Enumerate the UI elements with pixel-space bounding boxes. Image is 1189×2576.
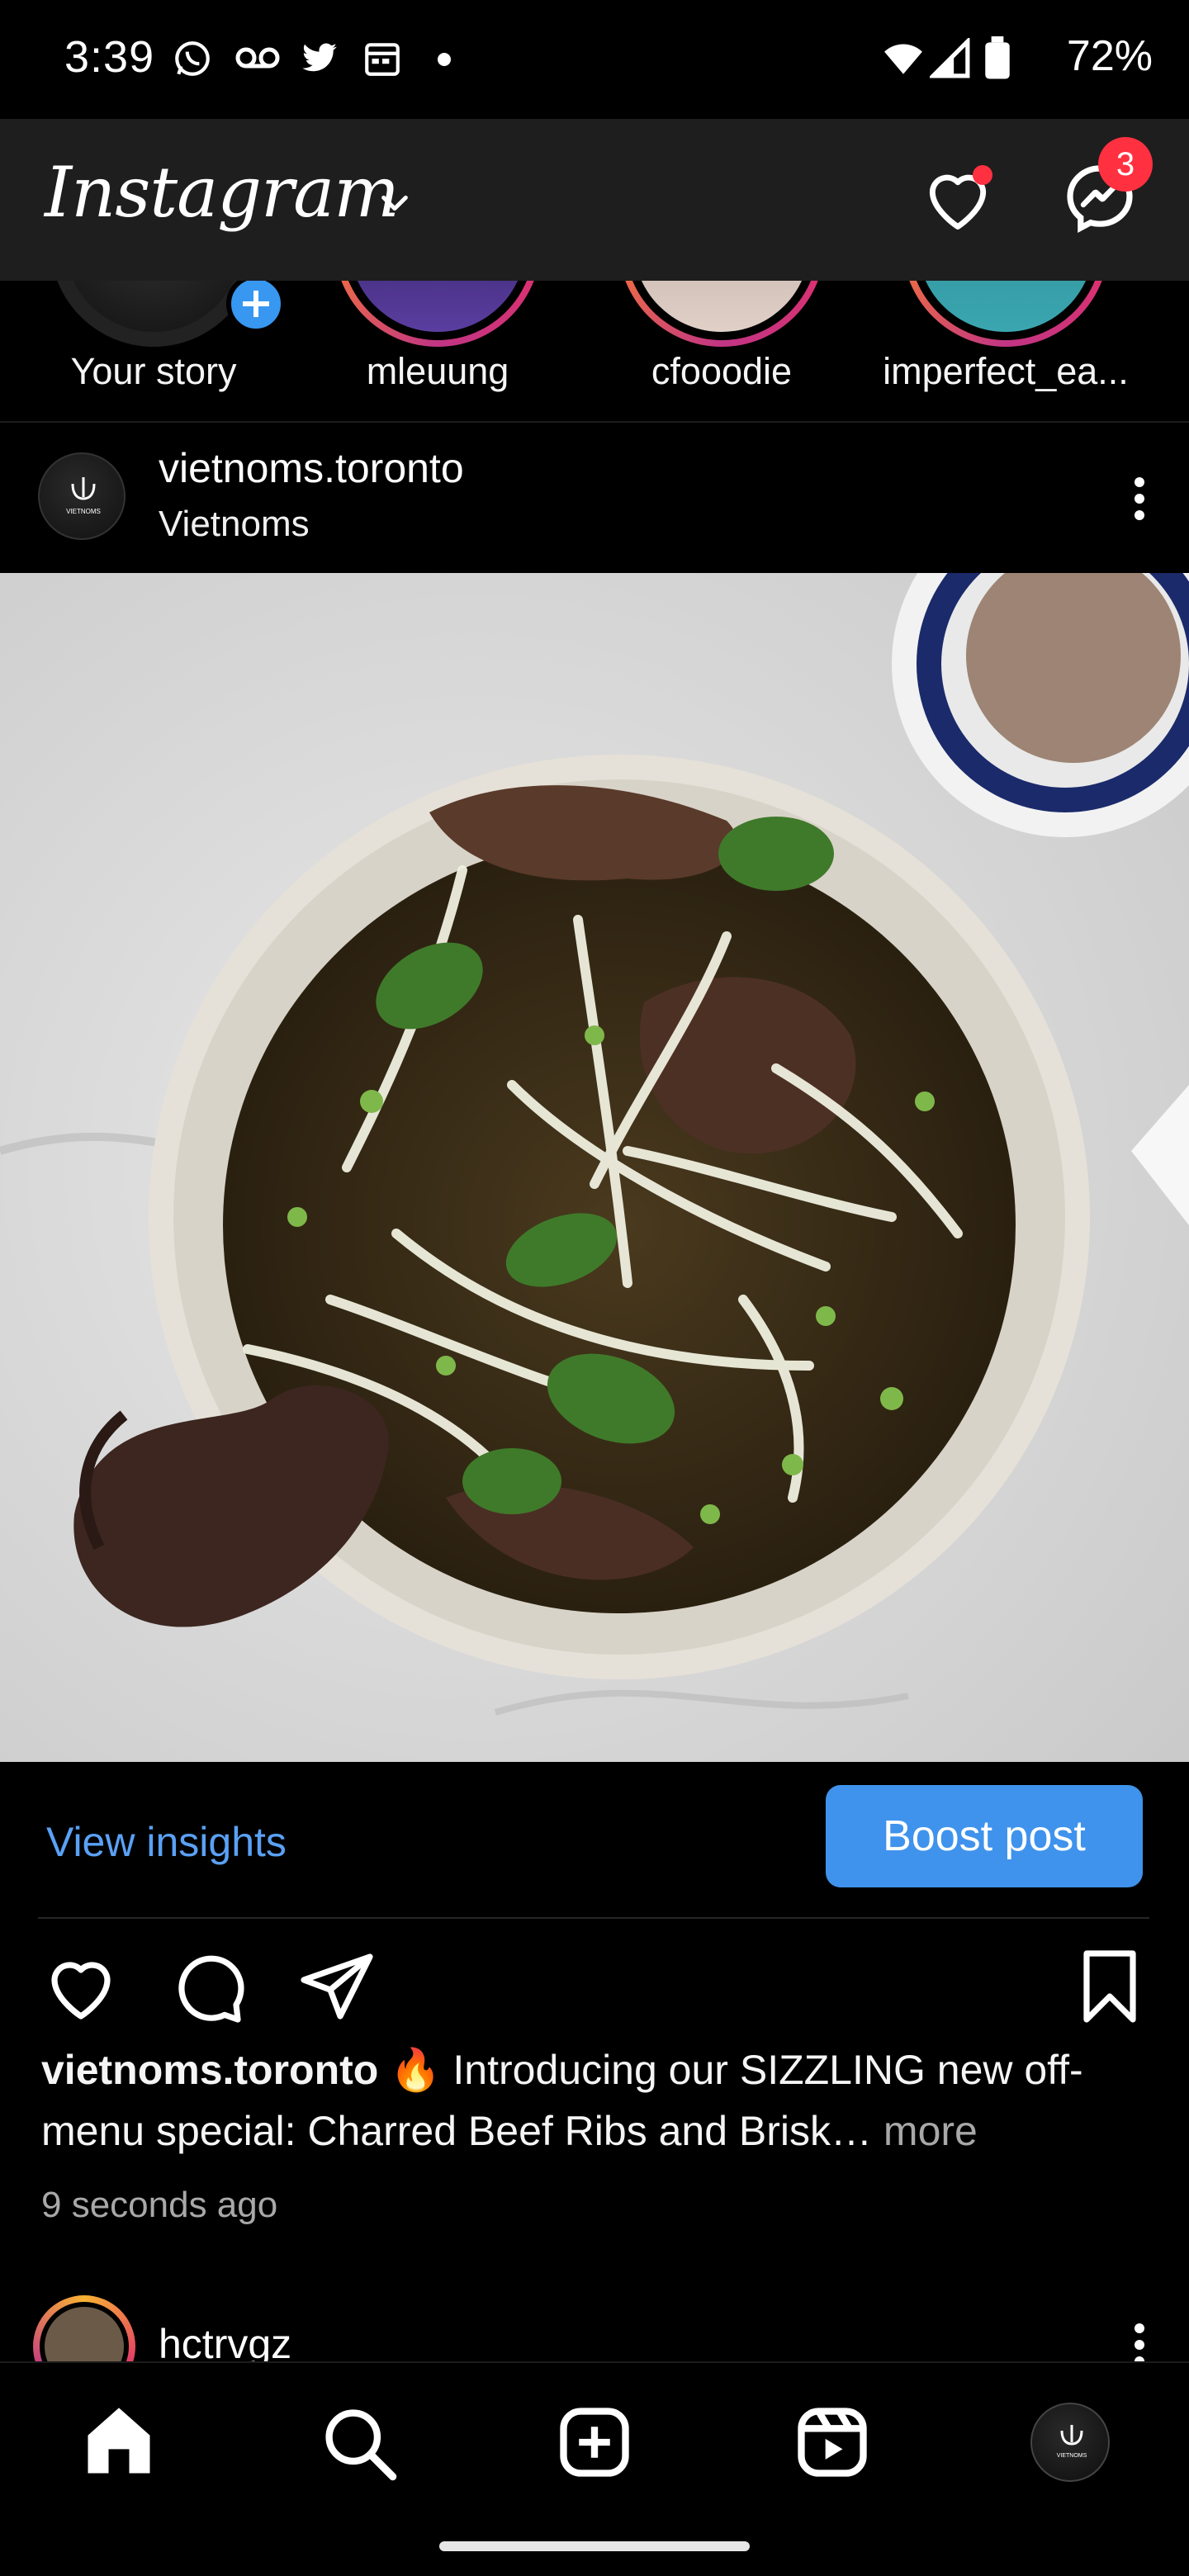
story-label: Your story [70,350,237,392]
bottom-nav: VIETNOMS [0,2361,1189,2576]
twitter-icon [302,43,337,72]
post-caption[interactable]: vietnoms.toronto 🔥 Introducing our SIZZL… [41,2039,1156,2162]
instagram-logo[interactable]: Instagram [45,152,400,233]
cell-signal-icon [930,38,970,78]
svg-text:VIETNOMS: VIETNOMS [1057,2453,1087,2459]
story-avatar [902,281,1109,347]
story-item[interactable]: imperfect_ea... [882,281,1130,421]
create-icon[interactable] [553,2401,636,2484]
post-location[interactable]: Vietnoms [159,504,310,545]
chevron-down-icon[interactable] [378,187,411,220]
story-avatar [50,281,257,347]
post-image[interactable] [0,573,1189,1762]
reels-icon[interactable] [791,2401,874,2484]
add-story-icon[interactable] [226,281,286,334]
share-icon[interactable] [297,1947,377,2026]
battery-percentage: 72% [1066,32,1153,80]
story-your-story[interactable]: Your story [30,281,286,421]
notification-dot [973,165,992,185]
view-insights-link[interactable]: View insights [46,1818,287,1866]
calendar-icon [365,43,400,76]
like-icon[interactable] [41,1947,121,2026]
messages-badge: 3 [1098,137,1153,192]
story-avatar [618,281,825,347]
story-label: mleuung [366,350,509,392]
fire-emoji: 🔥 [390,2047,442,2093]
voicemail-icon [235,47,280,69]
more-options-icon[interactable] [1123,474,1156,523]
insights-row: View insights Boost post [0,1762,1189,1917]
dot-icon [438,53,451,66]
stories-tray: Your story mleuung cfooodie imperfect_ea… [0,281,1189,423]
search-icon[interactable] [317,2401,400,2484]
post-username[interactable]: vietnoms.toronto [159,444,464,492]
vietnoms-logo: VIETNOMS [66,477,101,515]
next-post-avatar[interactable] [33,2295,135,2361]
next-post-username[interactable]: hctrvgz [159,2320,291,2361]
next-post-header: hctrvgz [0,2295,1189,2361]
story-avatar [334,281,541,347]
caption-username[interactable]: vietnoms.toronto [41,2047,378,2093]
save-bookmark-icon[interactable] [1070,1947,1149,2026]
status-time: 3:39 [64,32,155,82]
svg-text:VIETNOMS: VIETNOMS [66,508,101,515]
home-icon[interactable] [78,2401,160,2484]
pho-bowl-photo [0,573,1189,1762]
vietnoms-logo: VIETNOMS [1057,2425,1087,2459]
home-indicator[interactable] [439,2541,750,2551]
more-options-icon[interactable] [1123,2320,1156,2361]
comment-icon[interactable] [168,1947,248,2026]
boost-post-button[interactable]: Boost post [826,1785,1143,1887]
story-item[interactable]: cfooodie [598,281,846,421]
post-header: VIETNOMS vietnoms.toronto Vietnoms [0,424,1189,573]
story-label: cfooodie [651,350,793,392]
profile-avatar[interactable]: VIETNOMS [1030,2403,1110,2482]
app-header: Instagram 3 [0,119,1189,281]
wifi-icon [884,44,922,74]
battery-icon [985,36,1010,79]
caption-more-link[interactable]: more [883,2108,978,2154]
post-timestamp: 9 seconds ago [41,2185,278,2225]
story-item[interactable]: mleuung [314,281,561,421]
whatsapp-icon [175,41,210,76]
post-avatar[interactable]: VIETNOMS [38,452,126,540]
status-bar: 3:39 72% [0,0,1189,119]
divider [38,1917,1149,1919]
story-label: imperfect_ea... [883,350,1129,392]
